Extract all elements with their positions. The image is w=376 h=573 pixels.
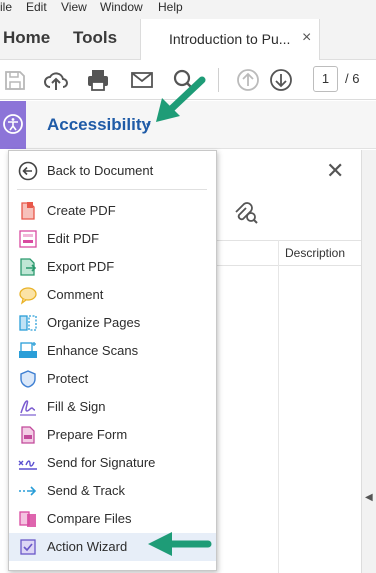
menu-help[interactable]: Help [158, 0, 183, 14]
upload-cloud-icon[interactable] [43, 67, 69, 93]
protect-icon [18, 369, 38, 389]
right-pane-strip [361, 150, 376, 573]
menu-item-protect[interactable]: Protect [9, 365, 216, 393]
menu-item-label: Organize Pages [47, 315, 141, 330]
toolbar-divider [218, 68, 219, 92]
tab-tools[interactable]: Tools [73, 28, 117, 48]
column-header-description[interactable]: Description [285, 246, 345, 260]
collapse-pane-icon[interactable]: ◀ [365, 492, 373, 503]
action-wizard-icon [18, 537, 38, 557]
menu-item-edit-pdf[interactable]: Edit PDF [9, 225, 216, 253]
menu-divider [17, 189, 207, 190]
send-for-signature-icon [18, 453, 38, 473]
back-arrow-icon [18, 161, 38, 181]
send-track-icon [18, 481, 38, 501]
menu-item-comment[interactable]: Comment [9, 281, 216, 309]
export-pdf-icon [18, 257, 38, 277]
tab-home[interactable]: Home [3, 28, 50, 48]
menu-item-send-track[interactable]: Send & Track [9, 477, 216, 505]
save-icon[interactable] [2, 67, 28, 93]
menu-item-label: Send for Signature [47, 455, 156, 470]
fill-sign-icon [18, 397, 38, 417]
menu-item-label: Protect [47, 371, 89, 386]
menu-item-label: Action Wizard [47, 539, 128, 554]
menu-item-export-pdf[interactable]: Export PDF [9, 253, 216, 281]
menu-view[interactable]: View [61, 0, 87, 14]
menu-item-organize-pages[interactable]: Organize Pages [9, 309, 216, 337]
menu-item-back-to-document[interactable]: Back to Document [9, 157, 216, 185]
tab-document[interactable]: Introduction to Pu... × [140, 19, 320, 61]
document-tab-label: Introduction to Pu... [169, 31, 291, 47]
menu-item-label: Create PDF [47, 203, 116, 218]
annotation-arrow-icon [156, 76, 206, 122]
menu-item-label: Back to Document [47, 163, 154, 178]
accessibility-badge [0, 101, 26, 149]
menu-item-enhance-scans[interactable]: Enhance Scans [9, 337, 216, 365]
accessibility-tool-title[interactable]: Accessibility [47, 115, 151, 135]
organize-pages-icon [18, 313, 38, 333]
accessibility-icon [3, 114, 23, 134]
edit-pdf-icon [18, 229, 38, 249]
page-total: / 6 [345, 71, 360, 86]
menu-item-label: Fill & Sign [47, 399, 106, 414]
print-icon[interactable] [85, 67, 111, 93]
page-number-input[interactable]: 1 [313, 66, 338, 92]
prepare-form-icon [18, 425, 38, 445]
menu-file[interactable]: ile [0, 0, 12, 14]
menu-item-prepare-form[interactable]: Prepare Form [9, 421, 216, 449]
top-navigation: Home Tools Introduction to Pu... × [0, 15, 376, 61]
attachment-search-icon[interactable] [232, 200, 260, 231]
menu-item-label: Enhance Scans [47, 343, 139, 358]
close-panel-icon[interactable]: ✕ [326, 158, 344, 184]
menu-bar: ile Edit View Window Help [0, 0, 376, 15]
compare-files-icon [18, 509, 38, 529]
menu-item-label: Edit PDF [47, 231, 100, 246]
page-down-icon[interactable] [268, 67, 294, 93]
menu-item-fill-sign[interactable]: Fill & Sign [9, 393, 216, 421]
menu-item-label: Send & Track [47, 483, 126, 498]
menu-edit[interactable]: Edit [26, 0, 47, 14]
create-pdf-icon [18, 201, 38, 221]
menu-item-label: Comment [47, 287, 104, 302]
menu-window[interactable]: Window [100, 0, 143, 14]
enhance-scans-icon [18, 341, 38, 361]
close-icon[interactable]: × [302, 29, 311, 47]
menu-item-create-pdf[interactable]: Create PDF [9, 197, 216, 225]
menu-item-label: Compare Files [47, 511, 132, 526]
menu-item-label: Prepare Form [47, 427, 128, 442]
menu-item-send-for-signature[interactable]: Send for Signature [9, 449, 216, 477]
tools-dropdown-menu: Back to Document Create PDF Edit PDF Exp… [8, 150, 217, 571]
menu-item-label: Export PDF [47, 259, 115, 274]
annotation-arrow-icon [148, 532, 212, 556]
comment-icon [18, 285, 38, 305]
column-divider[interactable] [278, 240, 279, 573]
page-up-icon[interactable] [235, 67, 261, 93]
